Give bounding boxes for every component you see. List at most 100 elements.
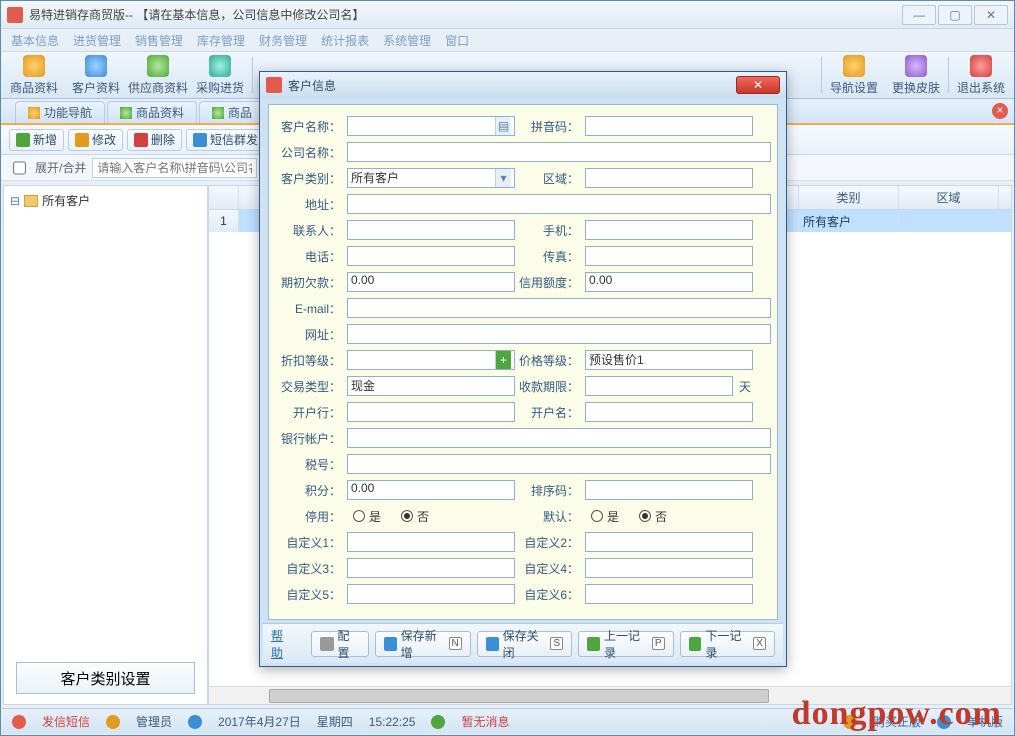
- label-acctno: 银行帐户：: [275, 430, 345, 447]
- input-c2[interactable]: [585, 532, 753, 552]
- radio-default-no[interactable]: 否: [639, 508, 667, 525]
- input-contact[interactable]: [347, 220, 515, 240]
- category-tree: ⊟所有客户 客户类别设置: [3, 185, 208, 705]
- input-c6[interactable]: [585, 584, 753, 604]
- input-acctname[interactable]: [585, 402, 753, 422]
- edit-icon: [75, 133, 89, 147]
- tree-root[interactable]: ⊟所有客户: [10, 192, 201, 209]
- edit-button[interactable]: 修改: [68, 129, 123, 151]
- input-initdebt[interactable]: 0.00: [347, 272, 515, 292]
- next-record-button[interactable]: 下一记录X: [680, 631, 775, 657]
- save-new-button[interactable]: 保存新增N: [375, 631, 471, 657]
- label-phone: 电话：: [275, 248, 345, 265]
- close-all-tabs[interactable]: ×: [992, 103, 1008, 119]
- tab-product[interactable]: 商品资料: [107, 101, 197, 123]
- expand-checkbox[interactable]: [13, 158, 26, 178]
- close-button[interactable]: ✕: [974, 5, 1008, 25]
- tb-product[interactable]: 商品资料: [3, 52, 65, 98]
- input-phone[interactable]: [347, 246, 515, 266]
- label-c4: 自定义4：: [517, 560, 583, 577]
- customer-icon: [85, 55, 107, 77]
- nav-icon: [843, 55, 865, 77]
- scroll-thumb[interactable]: [269, 689, 769, 703]
- label-credit: 信用额度：: [517, 274, 583, 291]
- radio-default-yes[interactable]: 是: [591, 508, 619, 525]
- tb-skin[interactable]: 更换皮肤: [885, 52, 947, 98]
- dropdown-icon[interactable]: ▾: [495, 169, 511, 187]
- col-area[interactable]: 区域: [899, 186, 999, 209]
- input-discount[interactable]: +: [347, 350, 515, 370]
- lookup-icon[interactable]: ▤: [495, 117, 511, 135]
- pc-icon: [937, 715, 951, 729]
- input-c3[interactable]: [347, 558, 515, 578]
- menu-report[interactable]: 统计报表: [321, 32, 369, 49]
- tab-product2[interactable]: 商品: [199, 101, 265, 123]
- label-c5: 自定义5：: [275, 586, 345, 603]
- input-pinyin[interactable]: [585, 116, 753, 136]
- input-mobile[interactable]: [585, 220, 753, 240]
- tab-nav[interactable]: 功能导航: [15, 101, 105, 123]
- maximize-button[interactable]: ▢: [938, 5, 972, 25]
- select-category[interactable]: 所有客户▾: [347, 168, 515, 188]
- tb-customer[interactable]: 客户资料: [65, 52, 127, 98]
- input-payperiod[interactable]: [585, 376, 733, 396]
- add-button[interactable]: 新增: [9, 129, 64, 151]
- menu-system[interactable]: 系统管理: [383, 32, 431, 49]
- status-buy[interactable]: 购买正版: [873, 713, 921, 730]
- label-taxno: 税号：: [275, 456, 345, 473]
- tb-purchase[interactable]: 采购进货: [189, 52, 251, 98]
- save-close-button[interactable]: 保存关闭S: [477, 631, 572, 657]
- tb-exit[interactable]: 退出系统: [950, 52, 1012, 98]
- select-pricelv[interactable]: 预设售价1: [585, 350, 753, 370]
- dialog-close-button[interactable]: ✕: [736, 76, 780, 94]
- plus-icon[interactable]: +: [495, 351, 511, 369]
- menu-basic[interactable]: 基本信息: [11, 32, 59, 49]
- input-c4[interactable]: [585, 558, 753, 578]
- tb-navset[interactable]: 导航设置: [823, 52, 885, 98]
- input-address[interactable]: [347, 194, 771, 214]
- input-c5[interactable]: [347, 584, 515, 604]
- col-category[interactable]: 类别: [799, 186, 899, 209]
- menu-window[interactable]: 窗口: [445, 32, 469, 49]
- input-name[interactable]: ▤: [347, 116, 515, 136]
- input-sort[interactable]: [585, 480, 753, 500]
- input-fax[interactable]: [585, 246, 753, 266]
- menu-purchase[interactable]: 进货管理: [73, 32, 121, 49]
- tb-supplier[interactable]: 供应商资料: [127, 52, 189, 98]
- input-company[interactable]: [347, 142, 771, 162]
- menu-stock[interactable]: 库存管理: [197, 32, 245, 49]
- menu-sales[interactable]: 销售管理: [135, 32, 183, 49]
- select-txtype[interactable]: 现金: [347, 376, 515, 396]
- prev-record-button[interactable]: 上一记录P: [578, 631, 673, 657]
- input-acctno[interactable]: [347, 428, 771, 448]
- col-index[interactable]: [209, 186, 239, 209]
- label-email: E-mail：: [275, 300, 345, 317]
- horizontal-scrollbar[interactable]: [209, 686, 1011, 704]
- radio-disabled-no[interactable]: 否: [401, 508, 429, 525]
- input-email[interactable]: [347, 298, 771, 318]
- input-points[interactable]: 0.00: [347, 480, 515, 500]
- input-area[interactable]: [585, 168, 753, 188]
- status-sms[interactable]: 发信短信: [42, 713, 90, 730]
- input-taxno[interactable]: [347, 454, 771, 474]
- search-input[interactable]: [92, 158, 257, 178]
- input-credit[interactable]: 0.00: [585, 272, 753, 292]
- doc-icon: [120, 107, 132, 119]
- input-bank[interactable]: [347, 402, 515, 422]
- config-button[interactable]: 配置: [311, 631, 368, 657]
- help-link[interactable]: 帮助: [271, 627, 293, 661]
- radio-disabled-yes[interactable]: 是: [353, 508, 381, 525]
- sms-icon: [193, 133, 207, 147]
- input-c1[interactable]: [347, 532, 515, 552]
- input-url[interactable]: [347, 324, 771, 344]
- minimize-button[interactable]: —: [902, 5, 936, 25]
- category-settings-button[interactable]: 客户类别设置: [16, 662, 195, 694]
- star-icon: [28, 107, 40, 119]
- skin-icon: [905, 55, 927, 77]
- menu-finance[interactable]: 财务管理: [259, 32, 307, 49]
- delete-button[interactable]: 删除: [127, 129, 182, 151]
- label-c6: 自定义6：: [517, 586, 583, 603]
- status-edition[interactable]: 单机版: [967, 713, 1003, 730]
- label-pinyin: 拼音码：: [517, 118, 583, 135]
- label-txtype: 交易类型：: [275, 378, 345, 395]
